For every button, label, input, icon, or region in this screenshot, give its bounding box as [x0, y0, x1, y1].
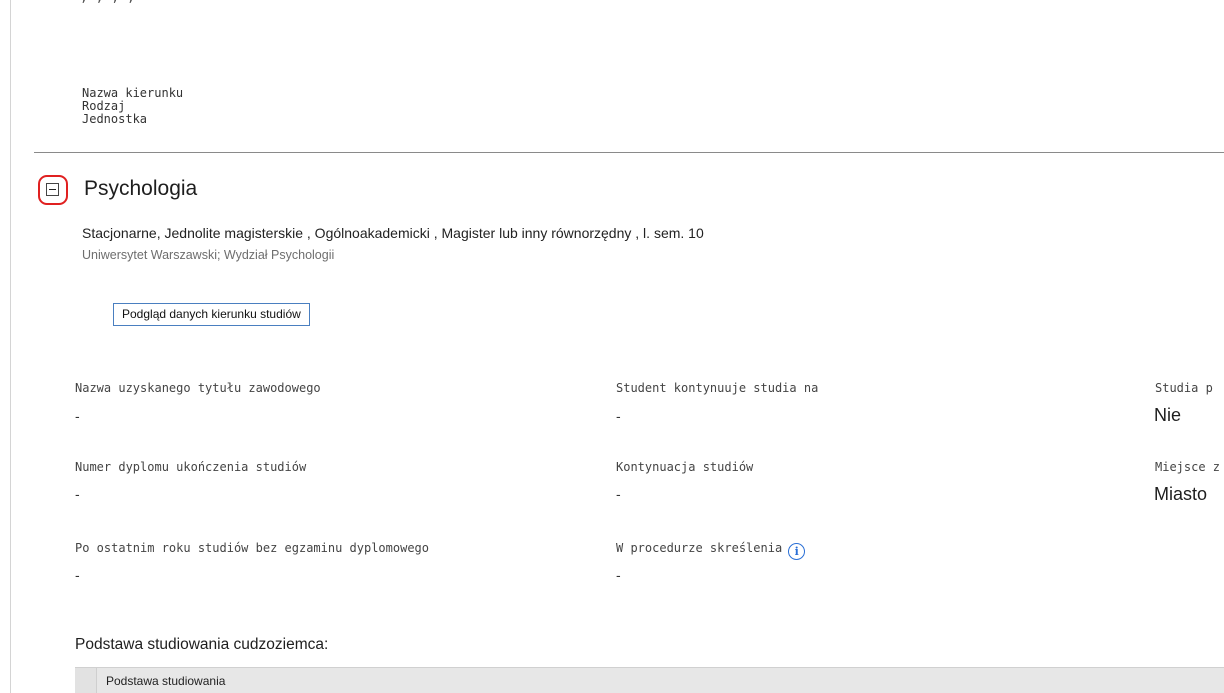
legend-unit: Jednostka — [82, 112, 148, 126]
removal-procedure-label: W procedurze skreślenia — [616, 541, 783, 555]
field-value-no-final-exam: - — [75, 567, 80, 583]
field-value-title: - — [75, 408, 80, 424]
field-value-place-cut: Miasto — [1154, 484, 1208, 504]
program-details: Stacjonarne, Jednolite magisterskie , Og… — [82, 225, 704, 241]
left-border — [10, 0, 11, 693]
field-value-studies-cut: Nie — [1154, 405, 1182, 425]
field-value-continues-at: - — [616, 408, 621, 424]
field-label-no-final-exam: Po ostatnim roku studiów bez egzaminu dy… — [75, 541, 430, 555]
section-divider — [34, 152, 1224, 153]
field-value-continuation: - — [616, 486, 621, 502]
field-value-removal-procedure: - — [616, 567, 621, 583]
field-legend: Nazwa kierunku Rodzaj Jednostka — [82, 87, 183, 126]
foreigner-basis-heading: Podstawa studiowania cudzoziemca: — [75, 636, 329, 653]
program-unit: Uniwersytet Warszawski; Wydział Psycholo… — [82, 248, 335, 262]
field-label-title: Nazwa uzyskanego tytułu zawodowego — [75, 381, 321, 395]
program-title: Psychologia — [84, 177, 198, 200]
field-label-place-cut: Miejsce z — [1155, 460, 1221, 474]
info-icon[interactable]: i — [788, 543, 806, 560]
field-label-continuation: Kontynuacja studiów — [616, 460, 754, 474]
table-header-gutter — [75, 668, 97, 693]
cut-off-text: , , , , — [80, 0, 135, 5]
field-label-studies-cut: Studia p — [1155, 381, 1213, 395]
table-header: Podstawa studiowania — [75, 667, 1224, 693]
column-header-basis[interactable]: Podstawa studiowania — [106, 674, 225, 688]
field-label-continues-at: Student kontynuuje studia na — [616, 381, 819, 395]
field-value-diploma-number: - — [75, 486, 80, 502]
page: , , , , Nazwa kierunku Rodzaj Jednostka … — [0, 0, 1224, 693]
field-label-diploma-number: Numer dyplomu ukończenia studiów — [75, 460, 307, 474]
field-label-removal-procedure: W procedurze skreślenia i — [616, 541, 806, 560]
preview-program-button[interactable]: Podgląd danych kierunku studiów — [113, 303, 310, 326]
minus-box-icon[interactable] — [46, 183, 59, 196]
